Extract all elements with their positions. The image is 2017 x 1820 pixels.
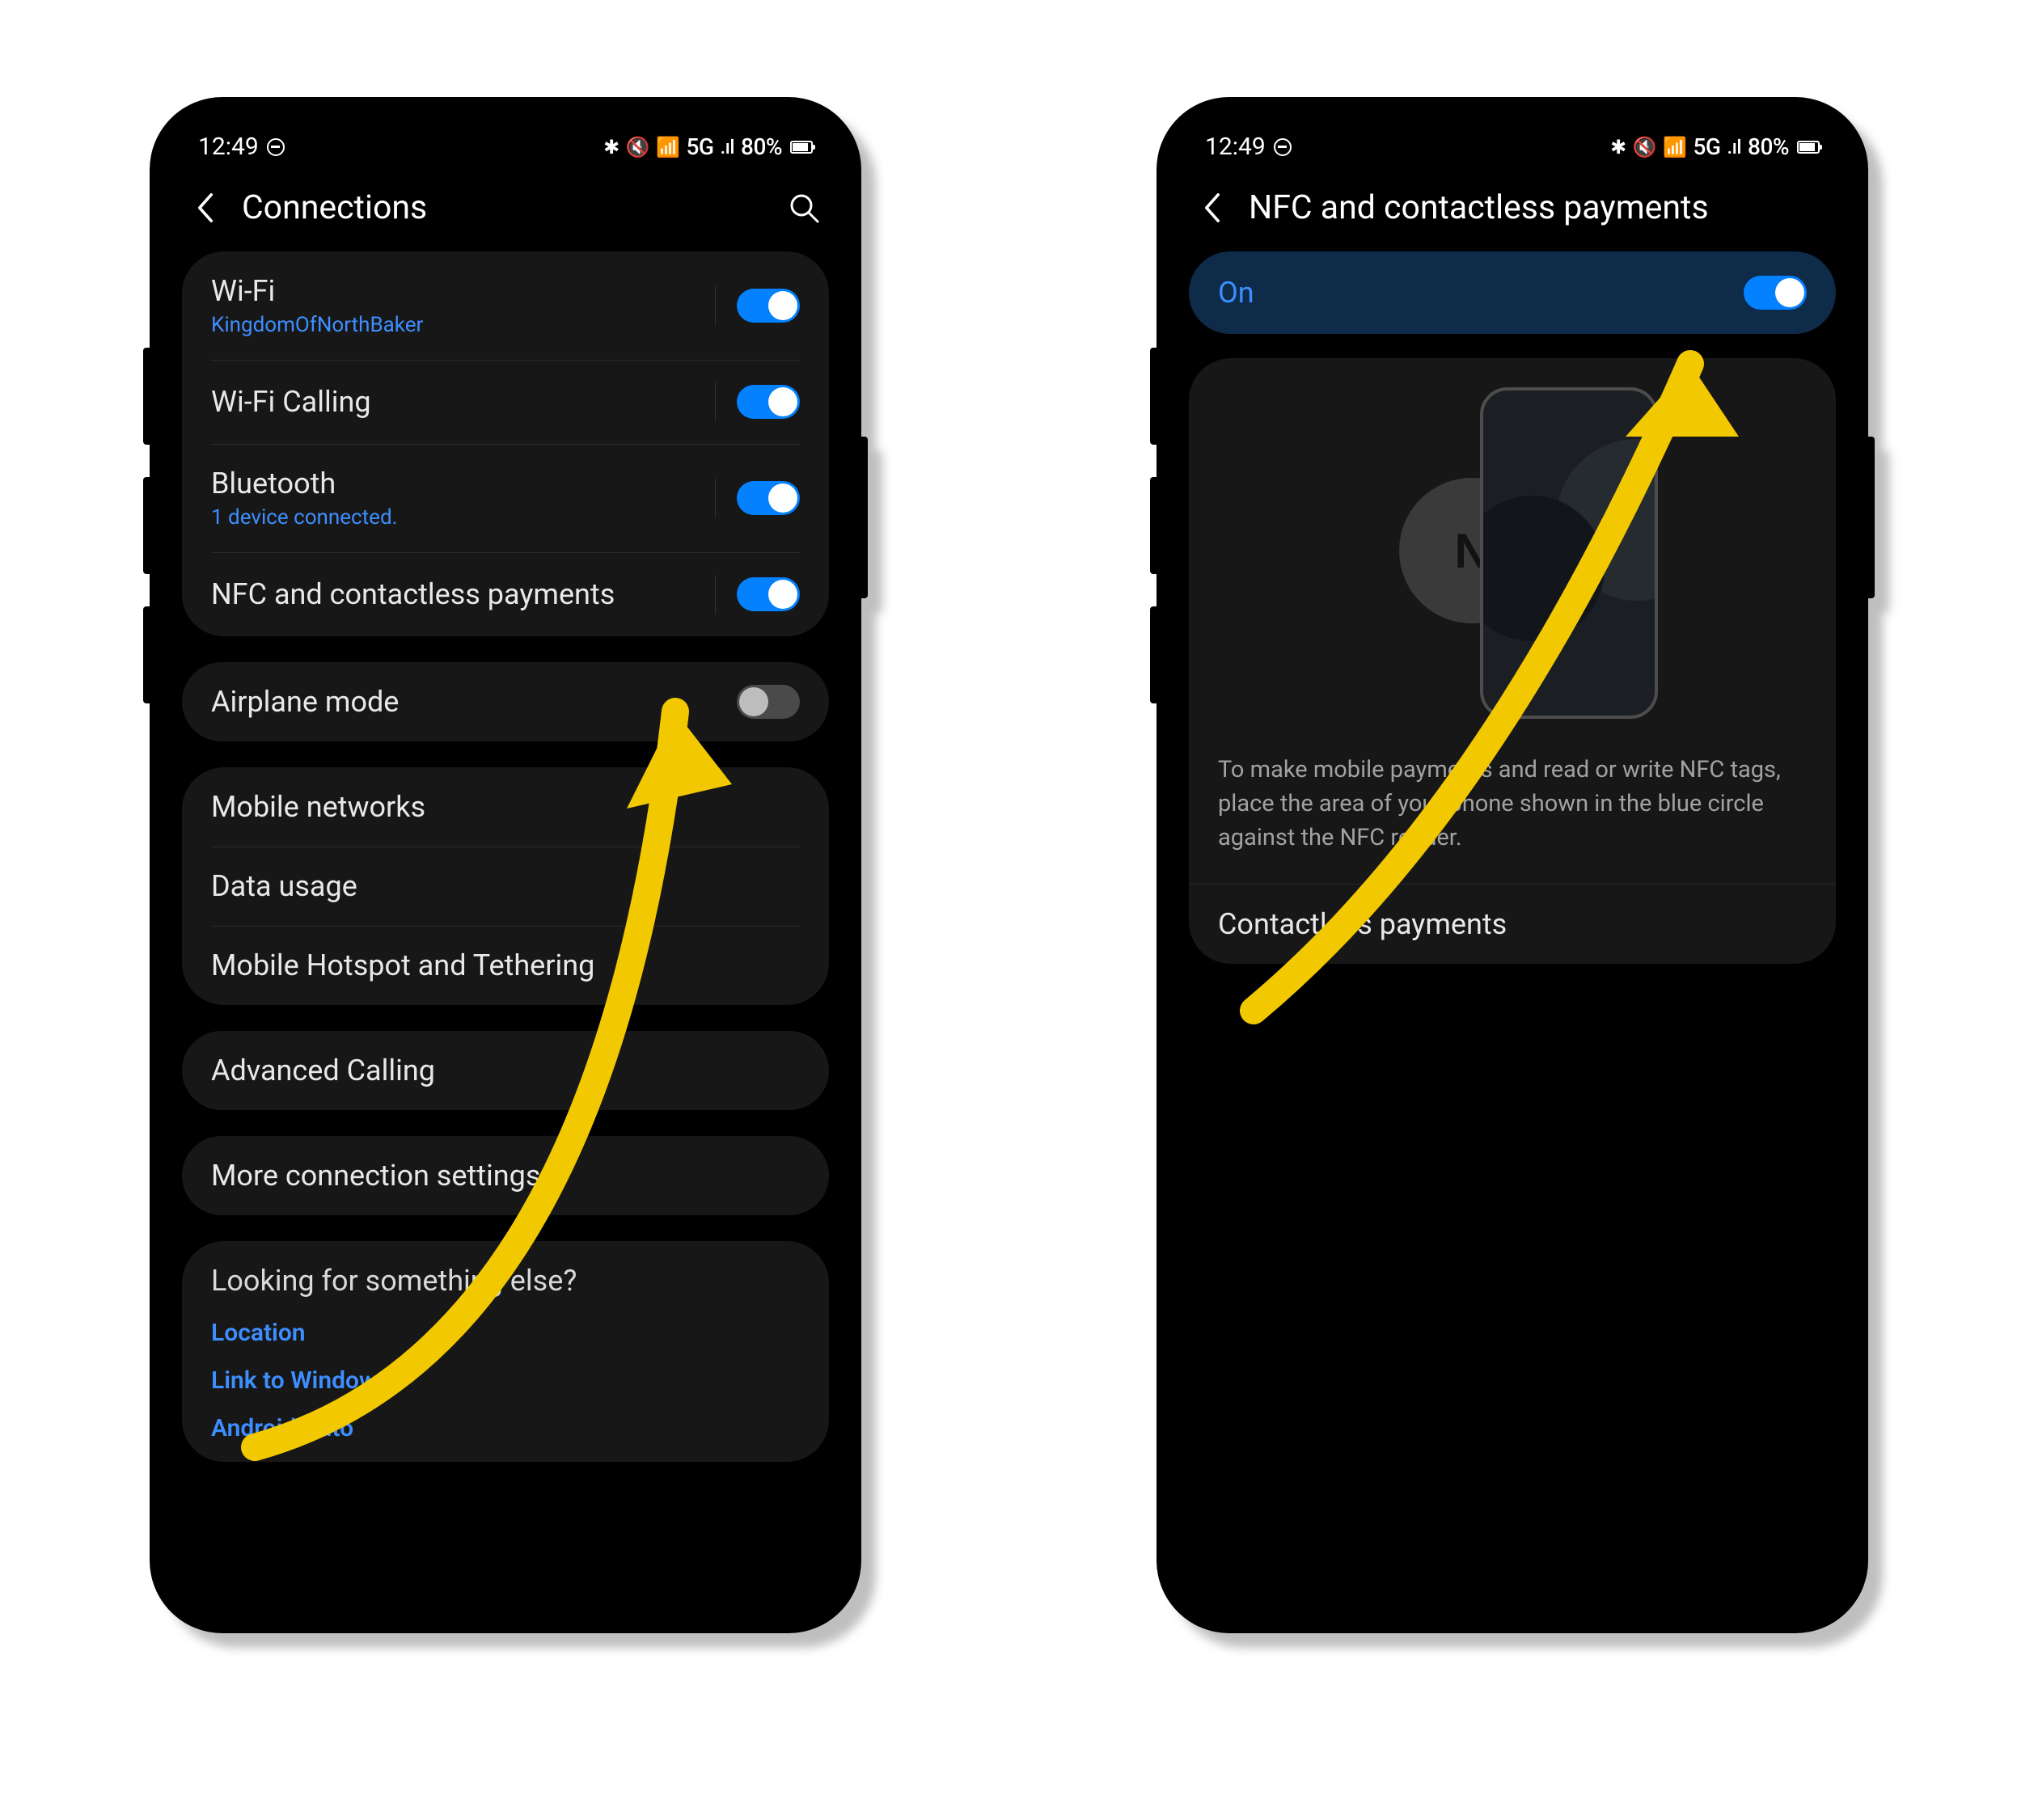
dnd-icon (1274, 138, 1292, 156)
battery-pct: 80% (1748, 133, 1789, 160)
signal-icon: .ıl (720, 136, 734, 158)
divider (715, 575, 716, 614)
nfc-master-switch[interactable]: On (1189, 251, 1836, 334)
dnd-icon (267, 138, 285, 156)
row-wifi[interactable]: Wi-Fi KingdomOfNorthBaker (182, 251, 829, 360)
divider (715, 382, 716, 421)
row-title: Data usage (211, 869, 800, 903)
nfc-toggle[interactable] (737, 577, 800, 611)
phone-outline-icon (1480, 387, 1658, 719)
footer-link-linktowindows[interactable]: Link to Windows (211, 1366, 800, 1395)
card-group-2: Airplane mode (182, 662, 829, 741)
wifi-icon: 📶 (656, 136, 679, 158)
screen: 12:49 ✱ 🔇 📶 5G .ıl 80% Connections (164, 112, 847, 1619)
row-title: Airplane mode (211, 685, 737, 719)
row-hotspot[interactable]: Mobile Hotspot and Tethering (182, 926, 829, 1005)
row-data-usage[interactable]: Data usage (182, 847, 829, 926)
search-button[interactable] (785, 189, 822, 226)
phone-mockup-connections: 12:49 ✱ 🔇 📶 5G .ıl 80% Connections (150, 97, 861, 1633)
nfc-master-toggle[interactable] (1744, 276, 1807, 310)
row-title: Mobile Hotspot and Tethering (211, 948, 800, 982)
row-wifi-calling[interactable]: Wi-Fi Calling (182, 360, 829, 444)
nfc-info-card: N To make mobile payments and read or wr… (1189, 358, 1836, 964)
back-button[interactable] (1195, 191, 1229, 225)
nfc-description: To make mobile payments and read or writ… (1189, 753, 1836, 884)
screen: 12:49 ✱ 🔇 📶 5G .ıl 80% NFC and contactle… (1171, 112, 1854, 1619)
row-title: Wi-Fi Calling (211, 385, 707, 419)
row-nfc[interactable]: NFC and contactless payments (182, 552, 829, 636)
row-airplane[interactable]: Airplane mode (182, 662, 829, 741)
row-mobile-networks[interactable]: Mobile networks (182, 767, 829, 847)
header: Connections (164, 169, 847, 251)
card-group-1: Wi-Fi KingdomOfNorthBaker Wi-Fi Calling … (182, 251, 829, 636)
network-5g: 5G (686, 133, 713, 160)
page-title: NFC and contactless payments (1249, 188, 1829, 227)
row-advanced-calling[interactable]: Advanced Calling (182, 1031, 829, 1110)
footer-link-androidauto[interactable]: Android Auto (211, 1414, 800, 1442)
row-subtitle: KingdomOfNorthBaker (211, 313, 707, 337)
bluetooth-toggle[interactable] (737, 481, 800, 515)
mute-icon: 🔇 (1633, 136, 1656, 158)
header: NFC and contactless payments (1171, 169, 1854, 251)
wifi-icon: 📶 (1663, 136, 1686, 158)
row-title: Bluetooth (211, 467, 707, 500)
battery-pct: 80% (741, 133, 782, 160)
row-title: Mobile networks (211, 790, 800, 824)
card-group-4: Advanced Calling (182, 1031, 829, 1110)
bluetooth-icon: ✱ (1610, 136, 1626, 158)
row-title: Contactless payments (1218, 907, 1807, 941)
divider (715, 286, 716, 325)
card-group-5: More connection settings (182, 1136, 829, 1215)
status-time: 12:49 (198, 133, 259, 161)
card-footer: Looking for something else? Location Lin… (182, 1241, 829, 1462)
content: N To make mobile payments and read or wr… (1171, 358, 1854, 964)
row-subtitle: 1 device connected. (211, 505, 707, 530)
mute-icon: 🔇 (626, 136, 649, 158)
footer-title: Looking for something else? (211, 1264, 800, 1298)
row-title: More connection settings (211, 1159, 800, 1193)
status-left: 12:49 (198, 133, 285, 161)
status-right: ✱ 🔇 📶 5G .ıl 80% (603, 133, 813, 160)
network-5g: 5G (1693, 133, 1720, 160)
airplane-toggle[interactable] (737, 685, 800, 719)
battery-icon (790, 141, 813, 154)
status-time: 12:49 (1205, 133, 1266, 161)
status-right: ✱ 🔇 📶 5G .ıl 80% (1610, 133, 1820, 160)
page-title: Connections (242, 188, 766, 227)
content: Wi-Fi KingdomOfNorthBaker Wi-Fi Calling … (164, 251, 847, 1462)
footer-link-location[interactable]: Location (211, 1319, 800, 1347)
switch-label: On (1218, 276, 1744, 310)
card-group-3: Mobile networks Data usage Mobile Hotspo… (182, 767, 829, 1005)
row-title: NFC and contactless payments (211, 577, 707, 611)
status-bar: 12:49 ✱ 🔇 📶 5G .ıl 80% (164, 121, 847, 169)
phone-mockup-nfc: 12:49 ✱ 🔇 📶 5G .ıl 80% NFC and contactle… (1156, 97, 1868, 1633)
battery-icon (1797, 141, 1820, 154)
status-left: 12:49 (1205, 133, 1292, 161)
signal-icon: .ıl (1727, 136, 1741, 158)
row-contactless-payments[interactable]: Contactless payments (1189, 884, 1836, 964)
row-more-connection[interactable]: More connection settings (182, 1136, 829, 1215)
row-title: Advanced Calling (211, 1054, 800, 1087)
row-title: Wi-Fi (211, 274, 707, 308)
status-bar: 12:49 ✱ 🔇 📶 5G .ıl 80% (1171, 121, 1854, 169)
divider (715, 479, 716, 517)
nfc-illustration: N (1237, 381, 1787, 720)
wifi-calling-toggle[interactable] (737, 385, 800, 419)
back-button[interactable] (188, 191, 222, 225)
wifi-toggle[interactable] (737, 289, 800, 323)
bluetooth-icon: ✱ (603, 136, 619, 158)
row-bluetooth[interactable]: Bluetooth 1 device connected. (182, 444, 829, 552)
